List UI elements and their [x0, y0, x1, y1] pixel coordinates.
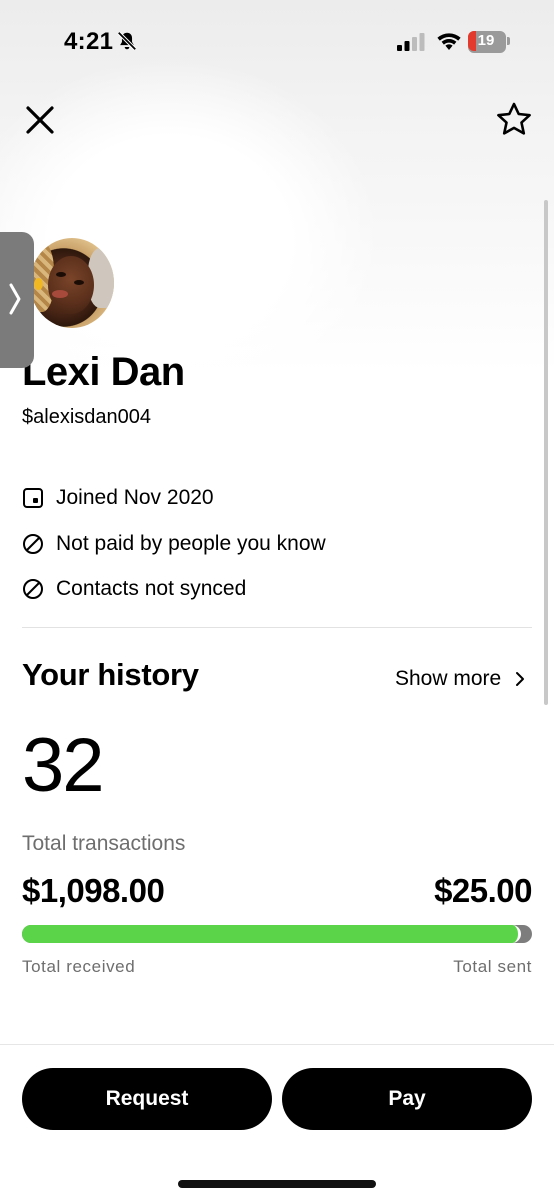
wifi-icon — [437, 33, 461, 50]
prohibited-circle-icon — [23, 534, 43, 554]
total-received-amount: $1,098.00 — [22, 872, 165, 909]
chevron-right-icon — [9, 283, 21, 315]
request-button[interactable]: Request — [22, 1068, 272, 1130]
avatar — [30, 238, 114, 328]
scrollbar[interactable] — [544, 200, 548, 705]
total-sent-amount: $25.00 — [434, 872, 532, 909]
history-title: Your history — [22, 657, 199, 692]
star-outline-icon[interactable] — [494, 100, 534, 140]
total-transactions-count: 32 — [22, 723, 105, 808]
calendar-square-icon — [23, 488, 43, 508]
bell-slash-icon — [117, 31, 137, 51]
side-drawer-handle[interactable] — [0, 232, 34, 368]
show-more-label: Show more — [395, 667, 502, 690]
status-time: 4:21 — [64, 28, 114, 55]
info-not-paid: Not paid by people you know — [22, 530, 326, 558]
info-contacts-text: Contacts not synced — [56, 577, 247, 600]
chevron-right-icon — [516, 672, 525, 686]
info-joined: Joined Nov 2020 — [22, 484, 214, 512]
pay-button[interactable]: Pay — [282, 1068, 532, 1130]
total-received-label: Total received — [22, 957, 136, 976]
profile-name: Lexi Dan — [22, 350, 185, 394]
section-divider — [22, 627, 532, 628]
cellular-signal-icon — [397, 33, 425, 51]
profile-cashtag: $alexisdan004 — [22, 406, 151, 428]
info-joined-text: Joined Nov 2020 — [56, 486, 214, 509]
received-bar-fill — [22, 925, 521, 943]
show-more-link[interactable]: Show more — [395, 664, 525, 694]
info-contacts: Contacts not synced — [22, 575, 246, 603]
battery-icon: 19 — [468, 31, 512, 53]
total-sent-label: Total sent — [453, 957, 532, 976]
action-bar-divider — [0, 1044, 554, 1045]
battery-level: 19 — [477, 32, 495, 49]
total-transactions-label: Total transactions — [22, 832, 186, 855]
received-sent-bar — [22, 925, 532, 943]
home-indicator[interactable] — [178, 1180, 376, 1188]
prohibited-circle-icon — [23, 579, 43, 599]
status-bar: 4:21 19 — [0, 0, 554, 84]
close-icon[interactable] — [22, 102, 58, 138]
info-not-paid-text: Not paid by people you know — [56, 532, 326, 555]
